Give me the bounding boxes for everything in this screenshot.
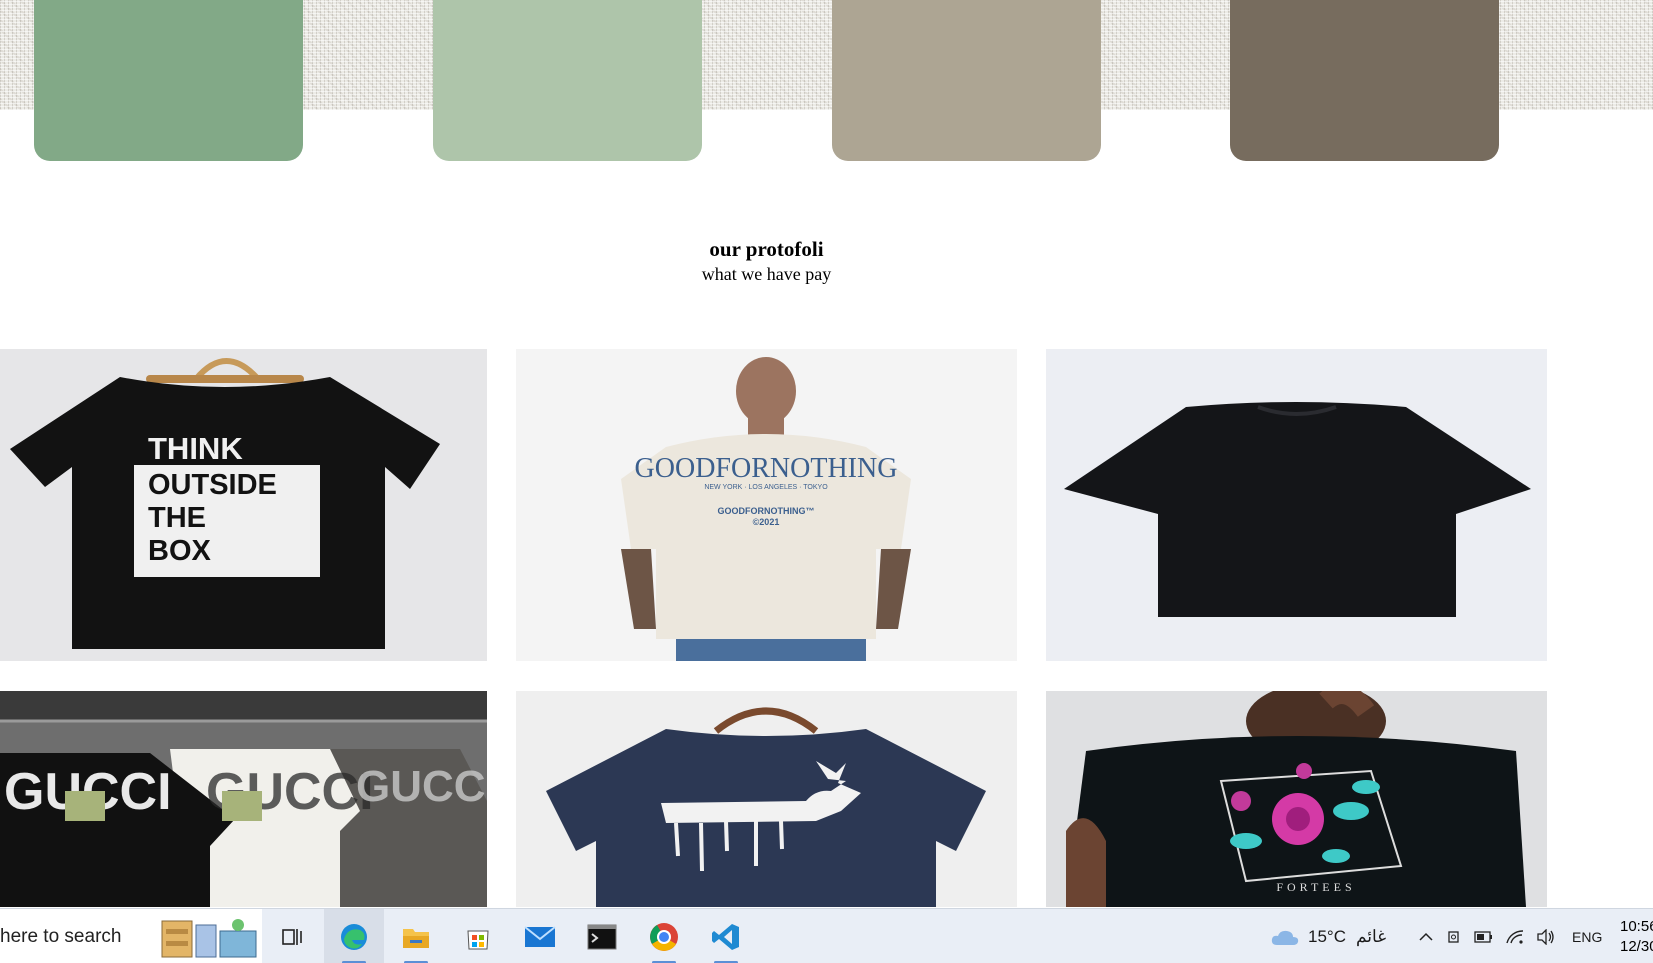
- mail-icon[interactable]: [510, 909, 570, 963]
- left-arm: [621, 549, 656, 629]
- print-line-1: THINK: [148, 431, 243, 466]
- print-line-4: BOX: [148, 535, 212, 567]
- arm: [1066, 818, 1106, 907]
- weather-widget[interactable]: 15°C غائم: [1270, 909, 1386, 963]
- clock[interactable]: 10:56 12/30: [1620, 917, 1653, 957]
- portfolio-heading: our protofoli what we have pay: [0, 234, 1533, 284]
- color-swatch-dark-taupe: [1230, 0, 1499, 161]
- plain-black-tee-shape: [1064, 402, 1531, 617]
- tag: [65, 791, 105, 821]
- language-indicator[interactable]: ENG: [1572, 909, 1602, 963]
- portfolio-item-plain-black-tee[interactable]: [1046, 349, 1547, 661]
- portfolio-title: our protofoli: [709, 237, 824, 261]
- tag: [222, 791, 262, 821]
- print-cities: NEW YORK · LOS ANGELES · TOKYO: [704, 484, 828, 491]
- search-placeholder: here to search: [0, 926, 122, 947]
- wifi-icon[interactable]: [1506, 929, 1524, 945]
- clock-time: 10:56: [1620, 918, 1653, 935]
- file-explorer-icon[interactable]: [386, 909, 446, 963]
- chevron-up-icon[interactable]: [1418, 929, 1434, 945]
- print-gucci-grey: GUCCI: [356, 762, 487, 811]
- print-brand: GOODFORNOTHING™: [718, 506, 815, 516]
- volume-icon[interactable]: [1536, 928, 1556, 945]
- vscode-icon[interactable]: [696, 909, 756, 963]
- meet-now-icon[interactable]: [1446, 929, 1462, 945]
- print-main: GOODFORNOTHING: [635, 453, 898, 484]
- print-year: ©2021: [753, 517, 780, 527]
- edge-icon[interactable]: [324, 909, 384, 963]
- print-line-3: THE: [148, 502, 206, 534]
- taskbar-search-box[interactable]: here to search: [0, 909, 262, 963]
- terminal-icon[interactable]: [572, 909, 632, 963]
- hanger: [713, 707, 819, 734]
- leaf: [1333, 802, 1369, 820]
- microsoft-store-icon[interactable]: [448, 909, 508, 963]
- portfolio-item-deer-print-tee[interactable]: [516, 691, 1017, 907]
- portfolio-item-think-outside-the-box[interactable]: THINK OUTSIDE THE BOX: [0, 349, 487, 661]
- print-line-2: OUTSIDE: [148, 469, 277, 501]
- clock-date: 12/30: [1620, 938, 1653, 955]
- weather-temp: 15°C: [1308, 926, 1346, 946]
- chrome-icon[interactable]: [634, 909, 694, 963]
- color-swatch-taupe: [832, 0, 1101, 161]
- weather-condition: غائم: [1355, 926, 1387, 946]
- jeans: [676, 639, 866, 661]
- battery-icon[interactable]: [1474, 930, 1494, 944]
- portfolio-item-rose-print-tee[interactable]: FORTEES: [1046, 691, 1547, 907]
- portfolio-subtitle: what we have pay: [701, 264, 832, 284]
- right-arm: [876, 549, 911, 629]
- portfolio-item-gucci-tees[interactable]: GUCCI GUCCI GUCCI: [0, 691, 487, 907]
- portfolio-item-goodfornothing[interactable]: GOODFORNOTHING NEW YORK · LOS ANGELES · …: [516, 349, 1017, 661]
- task-view-icon[interactable]: [262, 909, 322, 963]
- print-fortees: FORTEES: [1276, 880, 1355, 894]
- cloud-icon: [1271, 930, 1299, 945]
- color-swatch-light-sage: [433, 0, 702, 161]
- color-swatch-sage-green: [34, 0, 303, 161]
- search-highlight-icon: [160, 915, 260, 963]
- system-tray: [1418, 909, 1568, 963]
- taskbar: here to search 15°C غائم ENG 10:5 12/3: [0, 908, 1653, 963]
